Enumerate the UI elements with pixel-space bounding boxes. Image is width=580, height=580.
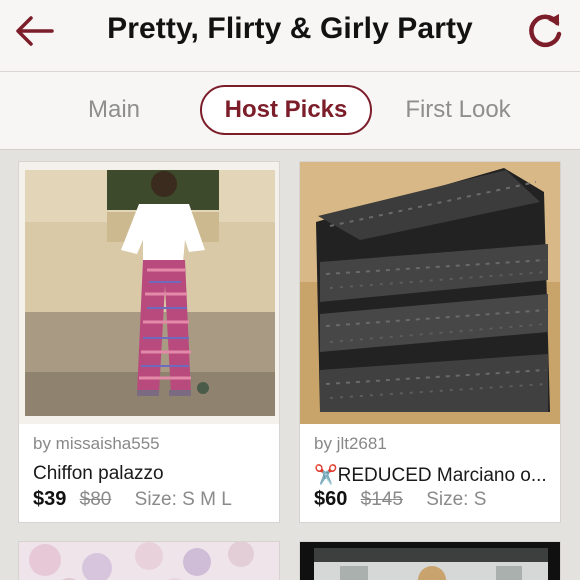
listing-card[interactable]: by jlt2681 ✂️REDUCED Marciano o... $60 $… [299, 161, 561, 523]
listing-size: Size: S [426, 489, 487, 510]
listing-card[interactable]: by missaisha555 Chiffon palazzo $39 $80 … [18, 161, 280, 523]
page-title: Pretty, Flirty & Girly Party [107, 12, 473, 45]
listing-size: Size: S M L [134, 489, 232, 510]
listing-grid: by missaisha555 Chiffon palazzo $39 $80 … [0, 151, 580, 580]
listing-photo [300, 542, 560, 580]
listing-photo [300, 162, 560, 424]
listing-price: $39 [33, 488, 67, 510]
listing-card[interactable] [299, 541, 561, 580]
listing-original-price: $145 [360, 489, 403, 510]
header-bar: Pretty, Flirty & Girly Party [0, 0, 580, 72]
tab-main[interactable]: Main [64, 85, 164, 135]
refresh-icon[interactable] [526, 10, 566, 50]
listing-prices: $60 $145 Size: S [314, 488, 486, 511]
listing-title: Chiffon palazzo [33, 463, 164, 484]
tab-first-look[interactable]: First Look [396, 85, 520, 135]
listing-title: ✂️REDUCED Marciano o... [314, 465, 547, 486]
listing-seller[interactable]: by jlt2681 [314, 434, 387, 454]
tab-bar: Main Host Picks First Look [0, 72, 580, 150]
listing-original-price: $80 [79, 489, 112, 510]
listing-photo [19, 162, 279, 424]
listing-prices: $39 $80 Size: S M L [33, 488, 232, 511]
tab-host-picks[interactable]: Host Picks [200, 85, 372, 135]
listing-price: $60 [314, 488, 348, 510]
listing-photo [19, 542, 279, 580]
listing-seller[interactable]: by missaisha555 [33, 434, 160, 454]
listing-card[interactable] [18, 541, 280, 580]
back-arrow-icon[interactable] [14, 14, 56, 48]
